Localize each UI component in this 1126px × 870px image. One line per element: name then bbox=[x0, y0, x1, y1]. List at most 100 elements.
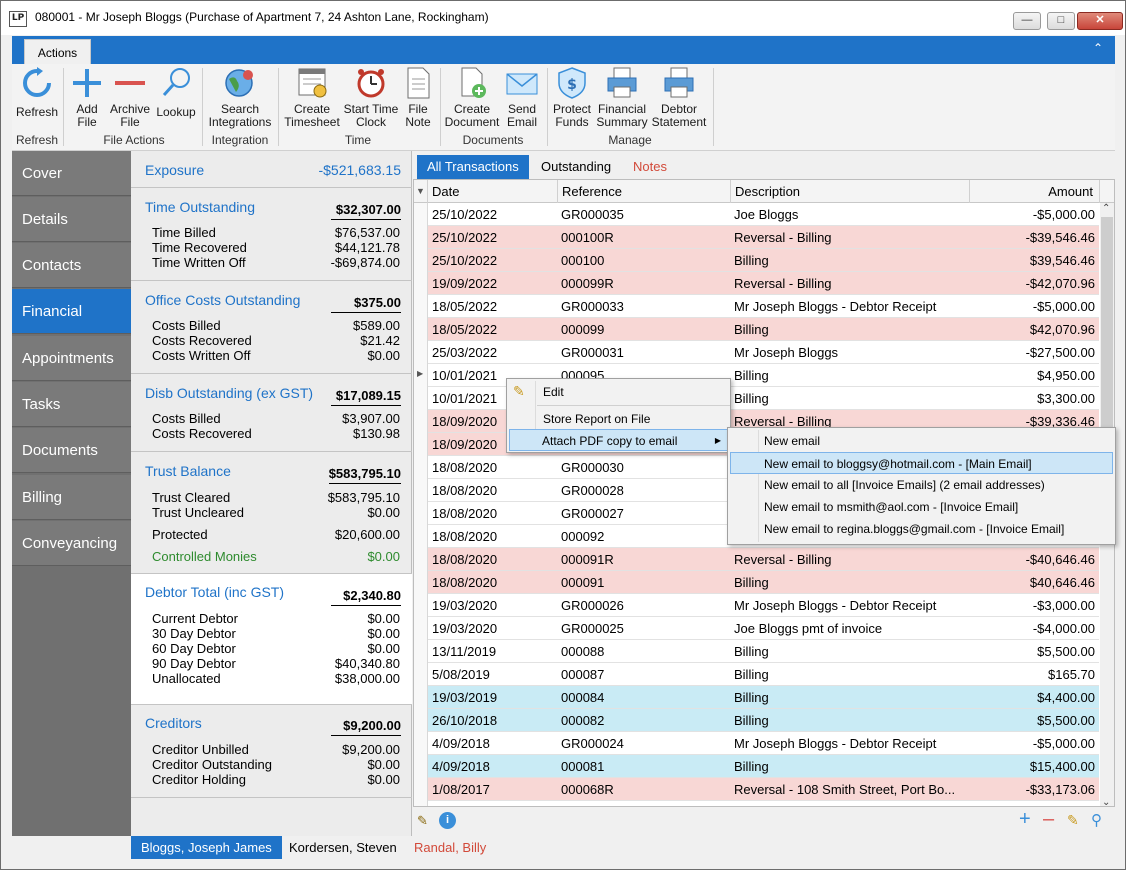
table-row[interactable]: 18/08/2020 000091R Reversal - Billing -$40,… bbox=[428, 548, 1099, 571]
submenu-email-all-invoice[interactable]: New email to all [Invoice Emails] (2 ema… bbox=[730, 474, 1113, 496]
cell-amount: -$40,646.46 bbox=[1025, 552, 1095, 567]
financial-summary-button[interactable]: Financial Summary bbox=[595, 66, 649, 129]
column-date[interactable]: Date bbox=[428, 180, 558, 203]
edit-icon[interactable]: ✎ bbox=[1067, 812, 1079, 829]
search-integrations-button[interactable]: Search Integrations bbox=[206, 66, 274, 129]
trust-balance-title[interactable]: Trust Balance bbox=[145, 463, 231, 479]
send-email-button[interactable]: Send Email bbox=[503, 66, 541, 129]
table-row[interactable]: 25/03/2022 GR000031 Mr Joseph Bloggs -$27,5… bbox=[428, 341, 1099, 364]
refresh-button[interactable]: Refresh bbox=[14, 66, 60, 119]
start-time-clock-button[interactable]: Start Time Clock bbox=[343, 66, 399, 129]
table-row[interactable]: 4/09/2018 GR000024 Mr Joseph Bloggs - Debt… bbox=[428, 732, 1099, 755]
protect-funds-button[interactable]: $ Protect Funds bbox=[551, 66, 593, 129]
nav-details[interactable]: Details bbox=[12, 197, 131, 242]
scroll-down-icon[interactable]: ⌄ bbox=[1102, 797, 1110, 806]
submenu-email-regina[interactable]: New email to regina.bloggs@gmail.com - [… bbox=[730, 518, 1113, 540]
table-row[interactable]: 18/05/2022 GR000033 Mr Joseph Bloggs - Deb… bbox=[428, 295, 1099, 318]
cell-description: Mr Joseph Bloggs bbox=[734, 345, 839, 360]
cell-description: Billing bbox=[734, 391, 769, 406]
grid-header: ▼ Date Reference Description Amount bbox=[414, 180, 1114, 203]
time-outstanding-title[interactable]: Time Outstanding bbox=[145, 199, 255, 215]
file-note-button[interactable]: File Note bbox=[401, 66, 435, 129]
add-icon[interactable]: + bbox=[1019, 808, 1031, 831]
column-amount[interactable]: Amount bbox=[970, 180, 1100, 203]
cell-amount: -$3,000.00 bbox=[1032, 598, 1095, 613]
table-row[interactable]: 18/08/2020 000091 Billing $40,646.46 bbox=[428, 571, 1099, 594]
nav-cover[interactable]: Cover bbox=[12, 151, 131, 196]
menu-item-edit[interactable]: Edit bbox=[509, 381, 728, 403]
table-row[interactable]: 13/11/2019 000088 Billing $5,500.00 bbox=[428, 640, 1099, 663]
matter-tab-kordersen[interactable]: Kordersen, Steven bbox=[279, 836, 407, 859]
table-row[interactable]: 1/08/2017 000068R Reversal - 108 Smith Str… bbox=[428, 778, 1099, 801]
edit-note-icon[interactable]: ✎ bbox=[417, 813, 428, 829]
creditors-total: $9,200.00 bbox=[331, 718, 401, 736]
scroll-up-icon[interactable]: ⌃ bbox=[1102, 203, 1110, 214]
close-button[interactable]: ✕ bbox=[1077, 12, 1123, 30]
table-row[interactable]: 25/10/2022 GR000035 Joe Bloggs -$5,000.00 bbox=[428, 203, 1099, 226]
submenu-email-msmith[interactable]: New email to msmith@aol.com - [Invoice E… bbox=[730, 496, 1113, 518]
30-day-debtor-row: 30 Day Debtor $0.00 bbox=[152, 626, 400, 641]
nav-conveyancing[interactable]: Conveyancing bbox=[12, 521, 131, 566]
disb-outstanding-title[interactable]: Disb Outstanding (ex GST) bbox=[145, 385, 313, 401]
add-file-label: Add File bbox=[76, 102, 98, 129]
maximize-button[interactable]: □ bbox=[1047, 12, 1075, 30]
archive-file-button[interactable]: Archive File bbox=[108, 66, 152, 129]
table-row[interactable]: 4/09/2018 000081 Billing $15,400.00 bbox=[428, 755, 1099, 778]
minimize-button[interactable]: — bbox=[1013, 12, 1041, 30]
cell-amount: $39,546.46 bbox=[1029, 253, 1095, 268]
column-description[interactable]: Description bbox=[731, 180, 970, 203]
lookup-button[interactable]: Lookup bbox=[154, 66, 198, 119]
cell-date: 19/03/2019 bbox=[432, 690, 498, 705]
menu-item-attach-pdf[interactable]: Attach PDF copy to email ▶ bbox=[509, 429, 728, 451]
tab-actions[interactable]: Actions bbox=[24, 39, 91, 65]
debtor-total-title[interactable]: Debtor Total (inc GST) bbox=[145, 584, 284, 600]
cell-amount: $42,070.96 bbox=[1029, 322, 1095, 337]
cell-date: 18/08/2020 bbox=[432, 552, 498, 567]
nav-contacts[interactable]: Contacts bbox=[12, 243, 131, 288]
table-row[interactable]: 19/09/2022 000099R Reversal - Billing -$42,… bbox=[428, 272, 1099, 295]
archive-file-label: Archive File bbox=[109, 102, 150, 129]
create-document-button[interactable]: Create Document bbox=[444, 66, 500, 129]
transaction-tabs: All Transactions Outstanding Notes bbox=[413, 151, 1115, 179]
nav-documents[interactable]: Documents bbox=[12, 428, 131, 473]
nav-tasks[interactable]: Tasks bbox=[12, 382, 131, 427]
table-row[interactable]: 5/08/2019 000087 Billing $165.70 bbox=[428, 663, 1099, 686]
disb-costs-billed-row: Costs Billed $3,907.00 bbox=[152, 411, 400, 426]
table-row[interactable]: 18/05/2022 000099 Billing $42,070.96 bbox=[428, 318, 1099, 341]
cell-description: Reversal - Billing bbox=[734, 276, 832, 291]
nav-financial[interactable]: Financial bbox=[12, 289, 131, 334]
cell-reference: 000100R bbox=[561, 230, 614, 245]
exposure-label[interactable]: Exposure bbox=[145, 162, 204, 178]
office-costs-title[interactable]: Office Costs Outstanding bbox=[145, 292, 300, 308]
info-icon[interactable]: i bbox=[439, 812, 456, 829]
tab-all-transactions[interactable]: All Transactions bbox=[417, 155, 529, 179]
submenu-email-main[interactable]: New email to bloggsy@hotmail.com - [Main… bbox=[730, 452, 1113, 474]
table-row[interactable]: 19/03/2020 GR000026 Mr Joseph Bloggs - Deb… bbox=[428, 594, 1099, 617]
column-reference[interactable]: Reference bbox=[558, 180, 731, 203]
table-row[interactable]: 19/03/2020 GR000025 Joe Bloggs pmt of invo… bbox=[428, 617, 1099, 640]
cell-amount: -$39,546.46 bbox=[1025, 230, 1095, 245]
nav-appointments[interactable]: Appointments bbox=[12, 336, 131, 381]
remove-icon[interactable]: – bbox=[1043, 808, 1054, 831]
table-row[interactable]: 25/10/2022 000100 Billing $39,546.46 bbox=[428, 249, 1099, 272]
creditors-title[interactable]: Creditors bbox=[145, 715, 202, 731]
tab-outstanding[interactable]: Outstanding bbox=[531, 155, 621, 179]
matter-tab-bloggs[interactable]: Bloggs, Joseph James bbox=[131, 836, 282, 859]
cell-reference: GR000030 bbox=[561, 460, 624, 475]
collapse-ribbon-icon[interactable]: ⌃ bbox=[1093, 41, 1103, 55]
table-row[interactable]: 19/03/2019 000084 Billing $4,400.00 bbox=[428, 686, 1099, 709]
nav-billing[interactable]: Billing bbox=[12, 475, 131, 520]
menu-item-store-report[interactable]: Store Report on File bbox=[509, 408, 728, 430]
submenu-new-email[interactable]: New email bbox=[730, 430, 1113, 452]
search-icon[interactable]: ⚲ bbox=[1091, 811, 1102, 829]
add-file-button[interactable]: Add File bbox=[68, 66, 106, 129]
filter-dropdown-icon[interactable]: ▼ bbox=[414, 180, 428, 203]
create-timesheet-button[interactable]: Create Timesheet bbox=[282, 66, 342, 129]
exposure-section: Exposure -$521,683.15 bbox=[131, 151, 412, 188]
table-row[interactable]: 25/10/2022 000100R Reversal - Billing -$39,… bbox=[428, 226, 1099, 249]
matter-tab-randal[interactable]: Randal, Billy bbox=[404, 836, 496, 859]
cell-reference: 000084 bbox=[561, 690, 605, 705]
debtor-statement-button[interactable]: Debtor Statement bbox=[651, 66, 707, 129]
table-row[interactable]: 26/10/2018 000082 Billing $5,500.00 bbox=[428, 709, 1099, 732]
tab-notes[interactable]: Notes bbox=[623, 155, 677, 179]
